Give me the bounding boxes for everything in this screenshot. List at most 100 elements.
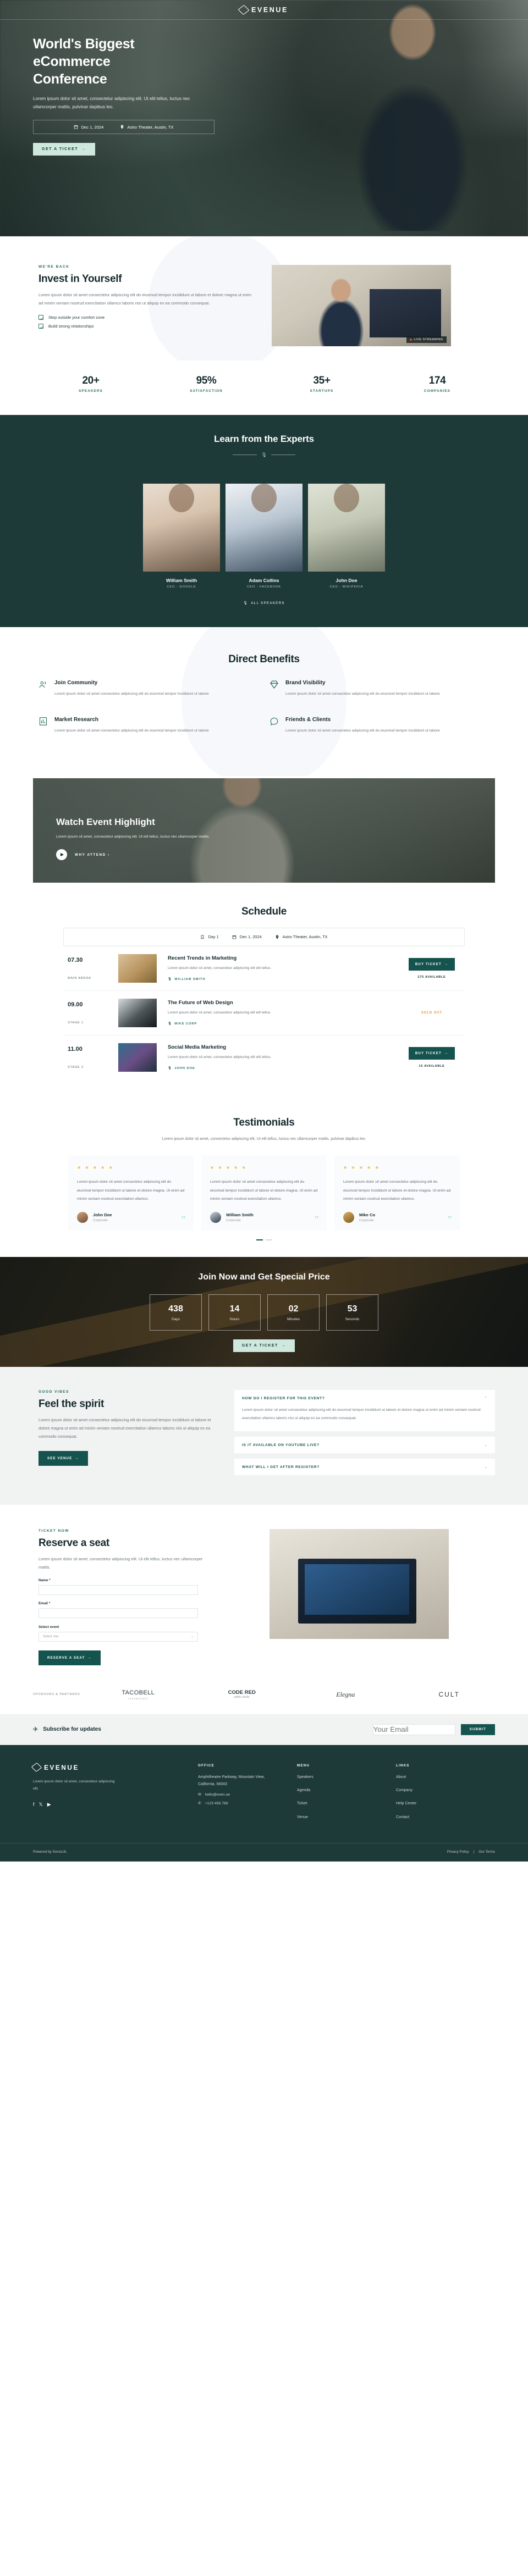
status-badge: 15 AVAILABLE — [419, 1064, 445, 1068]
reserve-paragraph: Lorem ipsum dolor sit amet, consectetur … — [38, 1556, 203, 1570]
hero-get-ticket-button[interactable]: GET A TICKET → — [33, 143, 95, 156]
benefit-text: Lorem ipsum dolor sit amet consectetur a… — [54, 692, 209, 696]
footer-terms-link[interactable]: Our Terms — [479, 1850, 495, 1854]
carousel-dot[interactable] — [256, 1239, 263, 1241]
all-speakers-label: ALL SPEAKERS — [251, 601, 285, 605]
schedule-session-speaker: 🎙 WILLIAM SMITH — [168, 978, 399, 981]
reserve-image — [270, 1529, 449, 1639]
stat-number: 20+ — [82, 375, 100, 386]
sponsor-logo: CULT — [404, 1691, 496, 1698]
stats-section: 20+ SPEAKERS 95% SATISFACTION 35+ STARTU… — [33, 361, 495, 415]
all-speakers-link[interactable]: 🎙 ALL SPEAKERS — [0, 601, 528, 606]
invest-title: Invest in Yourself — [38, 273, 122, 285]
twitter-icon[interactable]: 𝕏 — [39, 1802, 43, 1808]
sponsor-logo: Elegna — [300, 1691, 392, 1699]
subscribe-title-group: ✈ Subscribe for updates — [33, 1726, 367, 1733]
footer-menu-item[interactable]: Agenda — [297, 1787, 396, 1794]
countdown-value: 14 — [229, 1304, 240, 1314]
speaker-card[interactable]: William Smith CEO - GOOGLE — [143, 469, 220, 589]
footer-link-item[interactable]: Help Center — [396, 1800, 495, 1807]
laptop-screen-shape — [305, 1564, 409, 1615]
schedule-title: Schedule — [241, 905, 287, 917]
microphone-icon: 🎙 — [168, 1022, 173, 1026]
carousel-dots[interactable] — [0, 1239, 528, 1241]
facebook-icon[interactable]: f — [33, 1802, 35, 1808]
testimonials-subtitle: Lorem ipsum dolor sit amet, consectetur … — [162, 1137, 366, 1141]
rating-stars: ★ ★ ★ ★ ★ — [210, 1165, 248, 1171]
schedule-day-label: Day 1 — [208, 934, 219, 940]
footer-menu-item[interactable]: Ticket — [297, 1800, 396, 1807]
footer-menu-item[interactable]: Venue — [297, 1814, 396, 1821]
footer-office-phone[interactable]: ✆ +123 456 789 — [198, 1801, 297, 1806]
quote-icon: ” — [314, 1214, 320, 1225]
footer-menu-heading: MENU — [297, 1763, 310, 1768]
schedule-session-title: Social Media Marketing — [168, 1044, 227, 1051]
why-attend-link[interactable]: WHY ATTEND › — [75, 853, 110, 857]
benefits-section: Direct Benefits Join Community Lorem ips… — [0, 627, 528, 776]
testimonial-name: Mike Co — [359, 1212, 376, 1218]
footer-link-item[interactable]: Contact — [396, 1814, 495, 1821]
select-event-dropdown[interactable]: Select one ⌄ — [38, 1631, 198, 1642]
footer-email-text: hello@even.ue — [205, 1792, 230, 1797]
schedule-filter-date[interactable]: Dec 1, 2024 — [232, 934, 262, 939]
brand-name: EVENUE — [251, 5, 288, 14]
accordion-header[interactable]: IS IT AVAILABLE ON YOUTUBE LIVE? ⌄ — [234, 1437, 495, 1453]
hero-title: World's Biggest eCommerce Conference — [33, 35, 308, 88]
live-streaming-badge: LIVE STREAMING — [406, 336, 447, 343]
footer-office-email[interactable]: ✉ hello@even.ue — [198, 1792, 297, 1797]
subscribe-submit-button[interactable]: SUBMIT — [460, 1724, 495, 1735]
footer-brand[interactable]: EVENUE — [31, 1763, 198, 1772]
buy-ticket-button[interactable]: BUY TICKET → — [408, 1046, 455, 1060]
arrow-right-icon: → — [87, 1655, 92, 1660]
stat-item: 35+ STARTUPS — [264, 375, 380, 393]
countdown-get-ticket-button[interactable]: GET A TICKET → — [233, 1339, 295, 1353]
microphone-icon: 🎙 — [243, 601, 249, 605]
schedule-session-desc: Lorem ipsum dolor sit amet, consectetur … — [168, 1055, 272, 1060]
carousel-dot[interactable] — [265, 1239, 272, 1241]
reserve-seat-button[interactable]: RESERVE A SEAT → — [38, 1650, 101, 1665]
video-title: Watch Event Highlight — [56, 816, 155, 827]
footer-link-item[interactable]: About — [396, 1774, 495, 1781]
accordion-header[interactable]: HOW DO I REGISTER FOR THIS EVENT? ⌃ — [234, 1390, 495, 1406]
check-label: Build strong relationships — [48, 324, 94, 329]
subscribe-email-input[interactable] — [372, 1724, 455, 1735]
footer-menu-item[interactable]: Speakers — [297, 1774, 396, 1781]
stat-number: 35+ — [313, 375, 331, 386]
testimonial-role: Corporate — [359, 1219, 374, 1223]
microphone-icon: 🎙 — [168, 1066, 173, 1070]
speaker-photo — [226, 484, 302, 572]
name-field[interactable] — [38, 1585, 198, 1595]
speaker-role: CEO - WIKIPEDIA — [329, 585, 364, 589]
why-attend-label: WHY ATTEND — [75, 852, 106, 857]
footer-link-item[interactable]: Company — [396, 1787, 495, 1794]
name-field-label: Name * — [38, 1578, 51, 1582]
see-venue-button[interactable]: SEE VENUE → — [38, 1450, 88, 1466]
footer-privacy-link[interactable]: Privacy Policy — [447, 1850, 469, 1854]
diamond-icon — [270, 680, 279, 689]
schedule-session-desc: Lorem ipsum dolor sit amet, consectetur … — [168, 1011, 272, 1015]
brand-logo[interactable]: EVENUE — [238, 4, 288, 15]
play-icon[interactable] — [56, 849, 67, 861]
accordion-item: IS IT AVAILABLE ON YOUTUBE LIVE? ⌄ — [234, 1437, 495, 1454]
buy-ticket-button[interactable]: BUY TICKET → — [408, 957, 455, 971]
accordion-question: WHAT WILL I GET AFTER REGISTER? — [242, 1465, 320, 1469]
stat-number: 174 — [428, 375, 446, 386]
schedule-filter-venue[interactable]: Astro Theater, Austin, TX — [275, 934, 328, 939]
sponsor-sub: restaurant — [128, 1697, 148, 1700]
top-navigation-bar: EVENUE — [0, 0, 528, 20]
paper-plane-icon: ✈ — [33, 1726, 38, 1733]
countdown-label: Minutes — [287, 1317, 300, 1321]
schedule-filter-day[interactable]: Day 1 — [200, 934, 219, 940]
speaker-card[interactable]: John Doe CEO - WIKIPEDIA — [308, 469, 385, 589]
stat-label: COMPANIES — [424, 389, 451, 393]
email-field[interactable] — [38, 1608, 198, 1619]
schedule-place: STAGE 1 — [68, 1021, 84, 1024]
speaker-card[interactable]: Adam Collins CEO - FACEBOOK — [226, 469, 302, 589]
benefit-item: Friends & Clients Lorem ipsum dolor sit … — [264, 717, 495, 754]
hero-location: Astro Theater, Austin, TX — [120, 125, 174, 130]
table-row: 09.00 STAGE 1 The Future of Web Design L… — [63, 991, 465, 1035]
youtube-icon[interactable]: ▶ — [47, 1802, 51, 1808]
accordion-header[interactable]: WHAT WILL I GET AFTER REGISTER? ⌄ — [234, 1459, 495, 1475]
schedule-session-title: The Future of Web Design — [168, 1000, 233, 1006]
footer-office-address: Amphitheatre Parkway, Mountain View, Cal… — [198, 1775, 265, 1786]
